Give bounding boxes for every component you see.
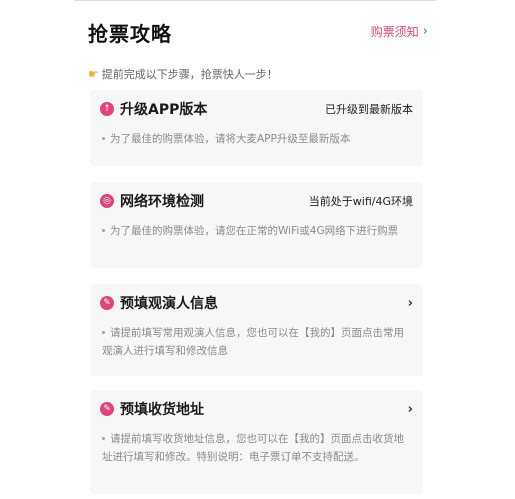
- pointing-hand-icon: ☛: [88, 67, 99, 81]
- step-status: 当前处于wifi/4G环境: [308, 195, 413, 208]
- step-title: 网络环境检测: [120, 194, 204, 210]
- step-status: 已升级到最新版本: [325, 103, 413, 116]
- step-title: 预填收货地址: [120, 402, 204, 418]
- step-description: 为了最佳的购票体验，请您在正常的WiFi或4G网络下进行购票: [102, 222, 409, 240]
- step-description: 为了最佳的购票体验，请将大麦APP升级至最新版本: [102, 130, 409, 148]
- header: 抢票攻略 购票须知 ›: [88, 18, 428, 48]
- arrow-up-icon: ↑: [100, 102, 114, 116]
- ticket-guide-page: 抢票攻略 购票须知 › ☛ 提前完成以下步骤，抢票快人一步！ ↑ 升级APP版本…: [0, 0, 515, 499]
- edit-icon: ✎: [100, 402, 114, 416]
- step-card-shipping-address[interactable]: ✎ 预填收货地址 › 请提前填写收货地址信息，您也可以在【我的】页面点击收货地址…: [90, 390, 423, 494]
- hint-text: 提前完成以下步骤，抢票快人一步！: [101, 68, 278, 81]
- top-divider: [74, 0, 436, 4]
- edit-icon: ✎: [100, 296, 114, 310]
- purchase-notice-link[interactable]: 购票须知 ›: [371, 23, 428, 40]
- step-card-network-check: ◎ 网络环境检测 当前处于wifi/4G环境 为了最佳的购票体验，请您在正常的W…: [90, 182, 423, 268]
- chevron-right-icon: ›: [422, 24, 428, 39]
- chevron-right-icon: ›: [407, 295, 413, 311]
- hint-banner: ☛ 提前完成以下步骤，抢票快人一步！: [88, 66, 278, 82]
- network-icon: ◎: [100, 194, 114, 208]
- purchase-notice-label: 购票须知: [370, 25, 419, 39]
- step-card-upgrade-app: ↑ 升级APP版本 已升级到最新版本 为了最佳的购票体验，请将大麦APP升级至最…: [90, 90, 423, 166]
- step-title: 预填观演人信息: [120, 296, 218, 312]
- step-description: 请提前填写收货地址信息，您也可以在【我的】页面点击收货地址进行填写和修改。特别说…: [102, 433, 404, 463]
- step-description: 请提前填写常用观演人信息，您也可以在【我的】页面点击常用观演人进行填写和修改信息: [102, 327, 404, 357]
- step-title: 升级APP版本: [120, 102, 208, 118]
- page-title: 抢票攻略: [88, 22, 172, 46]
- step-card-audience-info[interactable]: ✎ 预填观演人信息 › 请提前填写常用观演人信息，您也可以在【我的】页面点击常用…: [90, 284, 423, 376]
- chevron-right-icon: ›: [407, 401, 413, 417]
